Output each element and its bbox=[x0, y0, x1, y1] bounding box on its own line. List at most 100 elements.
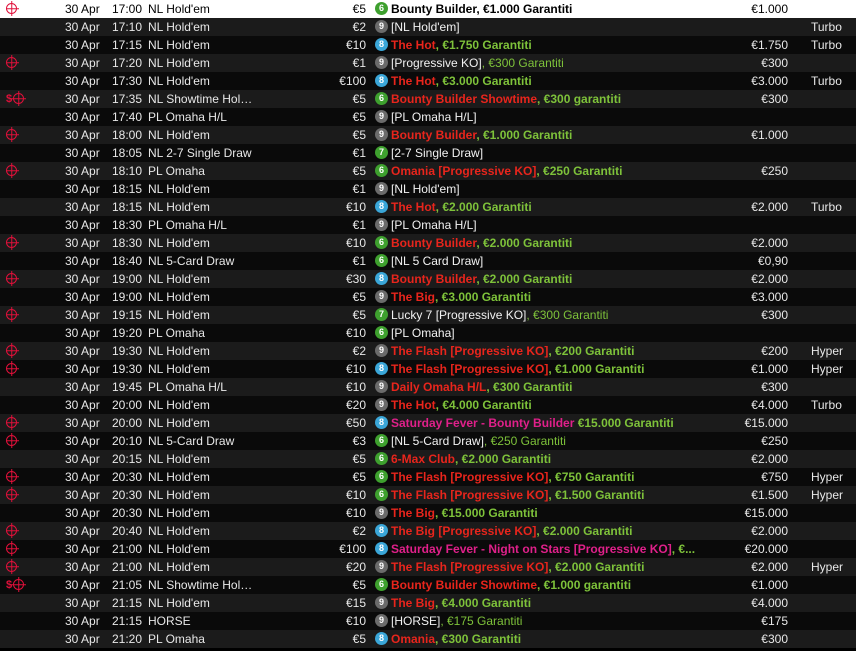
speed-label bbox=[811, 108, 855, 126]
tournament-name: 6 The Flash [Progressive KO], €750 Garant… bbox=[375, 468, 705, 486]
tournament-row[interactable]: 30 Apr 18:30 PL Omaha H/L €1 9 [PL Omaha H/L] bbox=[0, 216, 856, 234]
name-segment: The Hot bbox=[391, 398, 436, 412]
tournament-row[interactable]: $30 Apr 17:35 NL Showtime Hold'… €5 6 Bounty … bbox=[0, 90, 856, 108]
tournament-row[interactable]: 30 Apr 20:00 NL Hold'em €20 9 The Hot, €4.000… bbox=[0, 396, 856, 414]
buy-in: €5 bbox=[352, 470, 366, 484]
game-type: PL Omaha bbox=[148, 632, 205, 646]
name-segment: , €300 Garantiti bbox=[526, 308, 609, 322]
name-segment: The Flash [Progressive KO] bbox=[391, 560, 549, 574]
name-segment: , €1.000 garantiti bbox=[537, 578, 632, 592]
crosshair-icon bbox=[6, 471, 17, 483]
tournament-row[interactable]: 30 Apr 20:30 NL Hold'em €10 6 The Flash [Prog… bbox=[0, 486, 856, 504]
tournament-row[interactable]: 30 Apr 19:45 PL Omaha H/L €10 9 Daily Omaha H… bbox=[0, 378, 856, 396]
speed-label: Turbo bbox=[811, 74, 842, 88]
tournament-row[interactable]: 30 Apr 18:30 NL Hold'em €10 6 Bounty Builder,… bbox=[0, 234, 856, 252]
game-type: NL Hold'em bbox=[148, 362, 210, 376]
tournament-row[interactable]: 30 Apr 20:30 NL Hold'em €5 6 The Flash [Progr… bbox=[0, 468, 856, 486]
tournament-row[interactable]: 30 Apr 21:15 HORSE €10 9 [HORSE], €175 Garant… bbox=[0, 612, 856, 630]
name-segment: [PL Omaha H/L] bbox=[391, 218, 477, 232]
crosshair-icon bbox=[13, 579, 25, 591]
tournament-row[interactable]: 30 Apr 19:20 PL Omaha €10 6 [PL Omaha] bbox=[0, 324, 856, 342]
tournament-row[interactable]: 30 Apr 20:00 NL Hold'em €50 8 Saturday Fever … bbox=[0, 414, 856, 432]
game-type: NL Hold'em bbox=[148, 560, 210, 574]
tournament-row[interactable]: 30 Apr 17:30 NL Hold'em €100 8 The Hot, €3.00… bbox=[0, 72, 856, 90]
tournament-row[interactable]: 30 Apr 21:00 NL Hold'em €100 8 Saturday Fever… bbox=[0, 540, 856, 558]
prize-pool: €1.500 bbox=[751, 488, 788, 502]
tournament-row[interactable]: 30 Apr 19:00 NL Hold'em €30 8 Bounty Builder,… bbox=[0, 270, 856, 288]
start-date: 30 Apr bbox=[65, 164, 100, 178]
speed-label bbox=[811, 90, 855, 108]
row-icons bbox=[6, 558, 36, 576]
tournament-row[interactable]: 30 Apr 19:30 NL Hold'em €10 8 The Flash [Prog… bbox=[0, 360, 856, 378]
start-time: 17:00 bbox=[112, 2, 143, 16]
table-size-badge: 9 bbox=[375, 506, 388, 520]
tournament-name: 8 Bounty Builder, €2.000 Garantiti bbox=[375, 270, 705, 288]
tournament-row[interactable]: 30 Apr 18:00 NL Hold'em €5 9 Bounty Builder, … bbox=[0, 126, 856, 144]
buy-in: €5 bbox=[352, 110, 366, 124]
tournament-name: 9 Bounty Builder, €1.000 Garantiti bbox=[375, 126, 705, 144]
tournament-row[interactable]: $30 Apr 21:05 NL Showtime Hold'… €5 6 Bounty … bbox=[0, 576, 856, 594]
start-date: 30 Apr bbox=[65, 2, 100, 16]
tournament-row[interactable]: 30 Apr 17:15 NL Hold'em €10 8 The Hot, €1.750… bbox=[0, 36, 856, 54]
name-segment: [2-7 Single Draw] bbox=[391, 146, 484, 160]
tournament-row[interactable]: 30 Apr 18:15 NL Hold'em €1 9 [NL Hold'em] bbox=[0, 180, 856, 198]
tournament-row[interactable]: 30 Apr 21:15 NL Hold'em €15 9 The Big, €4.000… bbox=[0, 594, 856, 612]
tournament-name: 9 The Flash [Progressive KO], €200 Garant… bbox=[375, 342, 705, 360]
tournament-row[interactable]: 30 Apr 17:40 PL Omaha H/L €5 9 [PL Omaha H/L] bbox=[0, 108, 856, 126]
prize-pool: €20.000 bbox=[744, 542, 788, 556]
tournament-row[interactable]: 30 Apr 19:30 NL Hold'em €2 9 The Flash [Progr… bbox=[0, 342, 856, 360]
buy-in: €10 bbox=[345, 506, 366, 520]
tournament-row[interactable]: 30 Apr 18:05 NL 2-7 Single Draw €1 7 [2-7 Sin… bbox=[0, 144, 856, 162]
start-time: 20:30 bbox=[112, 506, 143, 520]
row-icons bbox=[6, 288, 36, 306]
tournament-row[interactable]: 30 Apr 18:10 PL Omaha €5 6 Omania [Progressiv… bbox=[0, 162, 856, 180]
tournament-row[interactable]: 30 Apr 20:15 NL Hold'em €5 6 6-Max Club, €2.0… bbox=[0, 450, 856, 468]
start-time: 19:30 bbox=[112, 344, 143, 358]
name-segment: Bounty Builder bbox=[391, 236, 477, 250]
buy-in: €5 bbox=[352, 164, 366, 178]
tournament-row[interactable]: 30 Apr 19:15 NL Hold'em €5 7 Lucky 7 [Progres… bbox=[0, 306, 856, 324]
crosshair-icon bbox=[6, 525, 17, 537]
speed-label bbox=[811, 324, 855, 342]
name-segment: The Big [Progressive KO] bbox=[391, 524, 537, 538]
tournament-row[interactable]: 30 Apr 20:10 NL 5-Card Draw €3 6 [NL 5-Card D… bbox=[0, 432, 856, 450]
tournament-name: 7 [2-7 Single Draw] bbox=[375, 144, 705, 162]
tournament-row[interactable]: 30 Apr 18:40 NL 5-Card Draw €1 6 [NL 5 Card D… bbox=[0, 252, 856, 270]
tournament-row[interactable]: 30 Apr 18:15 NL Hold'em €10 8 The Hot, €2.000… bbox=[0, 198, 856, 216]
start-time: 21:15 bbox=[112, 596, 143, 610]
start-time: 20:10 bbox=[112, 434, 143, 448]
row-icons bbox=[6, 396, 36, 414]
tournament-row[interactable]: 30 Apr 20:30 NL Hold'em €10 9 The Big, €15.00… bbox=[0, 504, 856, 522]
tournament-row[interactable]: 30 Apr 19:00 NL Hold'em €5 9 The Big, €3.000 … bbox=[0, 288, 856, 306]
row-icons bbox=[6, 414, 36, 432]
speed-label bbox=[811, 144, 855, 162]
tournament-name: 8 The Flash [Progressive KO], €1.000 Gara… bbox=[375, 360, 705, 378]
name-segment: The Hot bbox=[391, 200, 436, 214]
tournament-row[interactable]: 30 Apr 20:40 NL Hold'em €2 8 The Big [Progres… bbox=[0, 522, 856, 540]
row-icons bbox=[6, 162, 36, 180]
name-segment: [PL Omaha] bbox=[391, 326, 455, 340]
buy-in: €10 bbox=[345, 380, 366, 394]
game-type: PL Omaha H/L bbox=[148, 380, 227, 394]
table-size-badge: 8 bbox=[375, 542, 388, 556]
row-icons bbox=[6, 486, 36, 504]
prize-pool: €4.000 bbox=[751, 398, 788, 412]
name-segment: €15.000 Garantiti bbox=[574, 416, 674, 430]
start-date: 30 Apr bbox=[65, 632, 100, 646]
tournament-name: 6 Bounty Builder Showtime, €300 garantiti bbox=[375, 90, 705, 108]
tournament-row[interactable]: 30 Apr 21:20 PL Omaha €5 8 Omania, €300 Garan… bbox=[0, 630, 856, 648]
speed-label bbox=[811, 504, 855, 522]
row-icons bbox=[6, 270, 36, 288]
start-time: 20:00 bbox=[112, 416, 143, 430]
game-type: NL Hold'em bbox=[148, 524, 210, 538]
game-type: NL Hold'em bbox=[148, 74, 210, 88]
table-size-badge: 9 bbox=[375, 344, 388, 358]
tournament-row[interactable]: 30 Apr 17:20 NL Hold'em €1 9 [Progressive KO]… bbox=[0, 54, 856, 72]
name-segment: The Hot bbox=[391, 74, 436, 88]
speed-label bbox=[811, 216, 855, 234]
tournament-name: 8 Omania, €300 Garantiti bbox=[375, 630, 705, 648]
tournament-row[interactable]: 30 Apr 17:10 NL Hold'em €2 9 [NL Hold'em] Turb… bbox=[0, 18, 856, 36]
tournament-row[interactable]: 30 Apr 21:00 NL Hold'em €20 9 The Flash [Prog… bbox=[0, 558, 856, 576]
table-size-badge: 6 bbox=[375, 434, 388, 448]
tournament-row[interactable]: 30 Apr 17:00 NL Hold'em €5 6 Bounty Builder, … bbox=[0, 0, 856, 18]
